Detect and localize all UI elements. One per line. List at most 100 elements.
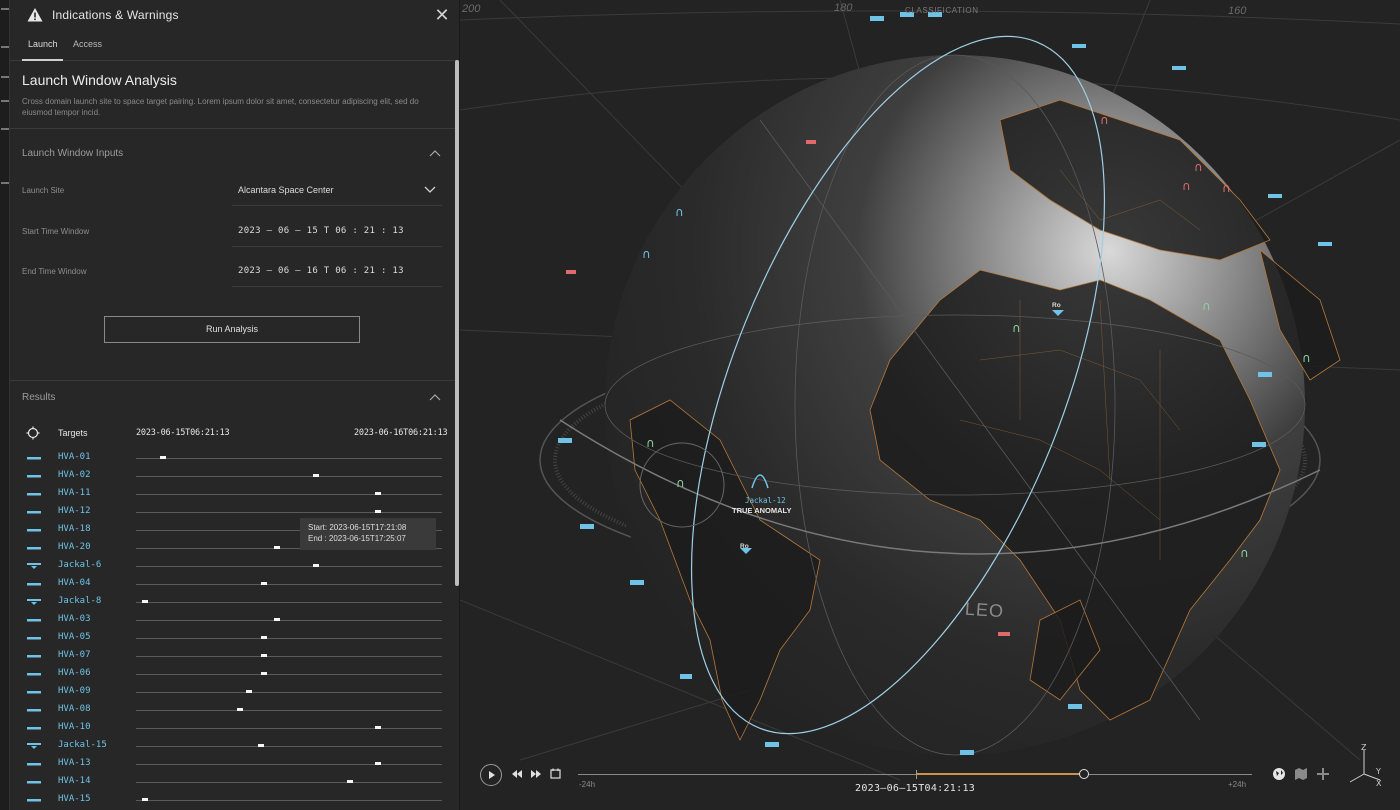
target-name[interactable]: HVA-07: [58, 650, 91, 660]
target-name[interactable]: HVA-09: [58, 686, 91, 696]
svg-text:∩: ∩: [1194, 160, 1203, 174]
target-name[interactable]: HVA-18: [58, 524, 91, 534]
jackal-satellite-icon: [27, 599, 41, 605]
access-window-marker[interactable]: [261, 672, 268, 675]
site-label: Ro: [740, 543, 749, 550]
launch-site-select[interactable]: Alcantara Space Center: [238, 185, 334, 195]
target-name[interactable]: HVA-13: [58, 758, 91, 768]
svg-text:∩: ∩: [1222, 181, 1231, 195]
result-row[interactable]: HVA-15: [10, 792, 450, 810]
access-window-marker[interactable]: [374, 762, 381, 765]
hva-satellite-icon: [27, 709, 41, 712]
target-name[interactable]: HVA-20: [58, 542, 91, 552]
tab-access[interactable]: Access: [73, 39, 102, 49]
access-tooltip: Start: 2023-06-15T17:21:08 End : 2023-06…: [300, 518, 436, 550]
result-row[interactable]: HVA-04: [10, 576, 450, 594]
access-window-marker[interactable]: [273, 546, 280, 549]
access-window-marker[interactable]: [261, 654, 268, 657]
access-track: [136, 764, 442, 765]
globe-view[interactable]: ∩ ∩ ∩ ∩ ∩ ∩ ∩ ∩ ∩ ∩ ∩ ∩ 200 180 160 CLASSIFICATI…: [460, 0, 1400, 810]
hva-satellite-icon: [27, 637, 41, 640]
target-name[interactable]: HVA-14: [58, 776, 91, 786]
result-row[interactable]: Jackal-6: [10, 558, 450, 576]
target-name[interactable]: HVA-08: [58, 704, 91, 714]
timeline-track[interactable]: [578, 774, 1252, 775]
result-row[interactable]: HVA-01: [10, 450, 450, 468]
access-window-marker[interactable]: [246, 690, 253, 693]
result-row[interactable]: HVA-07: [10, 648, 450, 666]
access-window-marker[interactable]: [261, 636, 268, 639]
hva-satellite-icon: [27, 583, 41, 586]
target-name[interactable]: HVA-02: [58, 470, 91, 480]
chevron-down-icon[interactable]: [424, 186, 436, 194]
svg-text:∩: ∩: [675, 205, 684, 219]
access-window-marker[interactable]: [258, 744, 265, 747]
end-time-field[interactable]: 2023 – 06 – 16 T 06 : 21 : 13: [238, 266, 404, 276]
target-name[interactable]: Jackal-15: [58, 740, 107, 750]
target-name[interactable]: HVA-01: [58, 452, 91, 462]
axis-label: 160: [1228, 5, 1247, 17]
access-window-marker[interactable]: [374, 726, 381, 729]
result-row[interactable]: HVA-10: [10, 720, 450, 738]
access-window-marker[interactable]: [347, 780, 354, 783]
access-window-marker[interactable]: [142, 600, 149, 603]
svg-text:∩: ∩: [1012, 321, 1021, 335]
access-window-marker[interactable]: [313, 474, 320, 477]
map-icon[interactable]: [1294, 767, 1308, 781]
scrollbar[interactable]: [455, 60, 459, 586]
fast-forward-icon[interactable]: [530, 769, 542, 779]
svg-text:∩: ∩: [1100, 113, 1109, 127]
result-row[interactable]: HVA-03: [10, 612, 450, 630]
target-name[interactable]: Jackal-6: [58, 560, 101, 570]
start-time-field[interactable]: 2023 – 06 – 15 T 06 : 21 : 13: [238, 226, 404, 236]
result-row[interactable]: HVA-02: [10, 468, 450, 486]
calendar-icon[interactable]: [550, 768, 561, 779]
jackal-satellite-icon: [27, 743, 41, 749]
result-row[interactable]: HVA-14: [10, 774, 450, 792]
play-button[interactable]: [480, 764, 502, 786]
target-name[interactable]: HVA-06: [58, 668, 91, 678]
inputs-heading: Launch Window Inputs: [22, 148, 124, 159]
rewind-icon[interactable]: [511, 769, 523, 779]
target-name[interactable]: HVA-15: [58, 794, 91, 804]
result-row[interactable]: HVA-08: [10, 702, 450, 720]
result-row[interactable]: HVA-06: [10, 666, 450, 684]
result-row[interactable]: HVA-13: [10, 756, 450, 774]
access-window-marker[interactable]: [261, 582, 268, 585]
crosshair-add-icon[interactable]: [1316, 767, 1330, 781]
chevron-up-icon[interactable]: [429, 149, 441, 157]
access-window-marker[interactable]: [374, 510, 381, 513]
target-name[interactable]: HVA-11: [58, 488, 91, 498]
target-name[interactable]: HVA-10: [58, 722, 91, 732]
classification-label: CLASSIFICATION: [905, 6, 979, 15]
result-row[interactable]: HVA-09: [10, 684, 450, 702]
target-name[interactable]: HVA-04: [58, 578, 91, 588]
target-name[interactable]: HVA-05: [58, 632, 91, 642]
chevron-up-icon[interactable]: [429, 393, 441, 401]
result-row[interactable]: HVA-05: [10, 630, 450, 648]
result-row[interactable]: HVA-11: [10, 486, 450, 504]
run-analysis-button[interactable]: Run Analysis: [104, 316, 360, 343]
access-window-marker[interactable]: [374, 492, 381, 495]
globe-canvas[interactable]: ∩∩ ∩∩∩ ∩ ∩∩∩ ∩∩∩: [460, 0, 1400, 810]
target-name[interactable]: HVA-12: [58, 506, 91, 516]
timeline-thumb[interactable]: [1079, 769, 1089, 779]
access-window-marker[interactable]: [142, 798, 149, 801]
target-name[interactable]: HVA-03: [58, 614, 91, 624]
access-window-marker[interactable]: [313, 564, 320, 567]
result-row[interactable]: Jackal-15: [10, 738, 450, 756]
target-name[interactable]: Jackal-8: [58, 596, 101, 606]
access-window-marker[interactable]: [273, 618, 280, 621]
svg-text:X: X: [1376, 779, 1382, 788]
timeline-start-label: -24h: [579, 780, 596, 789]
result-row[interactable]: Jackal-8: [10, 594, 450, 612]
access-track: [136, 728, 442, 729]
svg-text:∩: ∩: [1302, 351, 1311, 365]
access-window-marker[interactable]: [160, 456, 167, 459]
close-button[interactable]: ✕: [434, 6, 450, 24]
svg-text:∩: ∩: [676, 476, 685, 490]
svg-text:∩: ∩: [1240, 546, 1249, 560]
globe-icon[interactable]: [1272, 767, 1286, 781]
access-window-marker[interactable]: [236, 708, 243, 711]
tab-launch[interactable]: Launch: [28, 39, 58, 49]
